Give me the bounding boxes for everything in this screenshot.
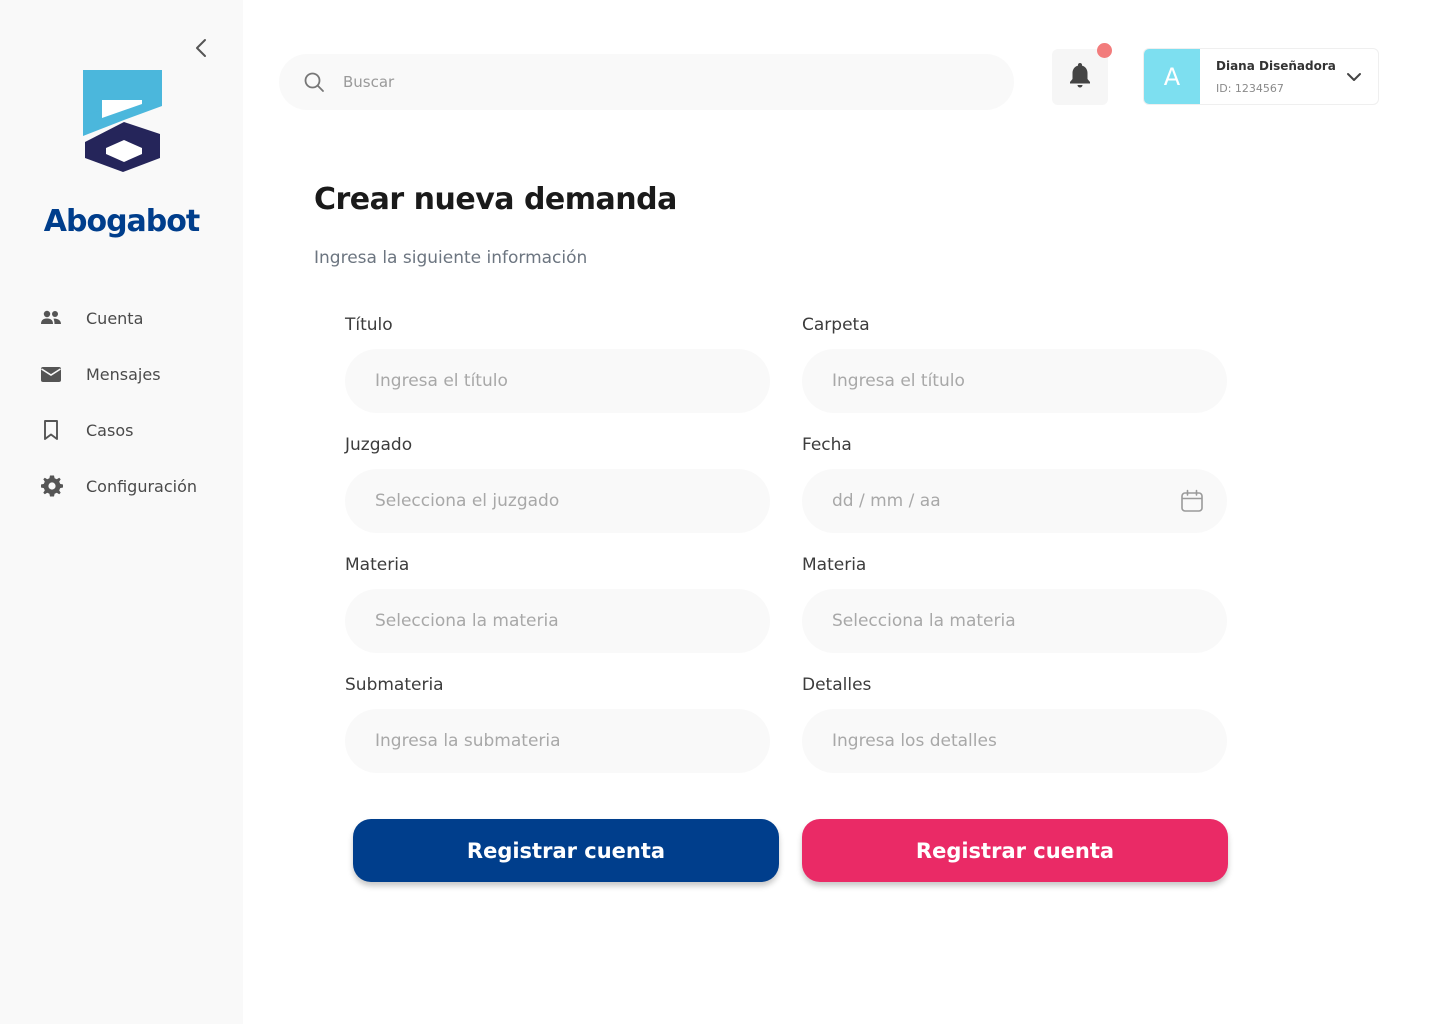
materia-select-2[interactable] [832, 611, 1205, 631]
sidebar-item-configuracion[interactable]: Configuración [40, 470, 197, 502]
field-submateria: Submateria [345, 675, 770, 773]
sidebar-item-label: Configuración [86, 476, 198, 496]
titulo-input[interactable] [375, 371, 748, 391]
sidebar-nav: Cuenta Mensajes Casos Configuración [40, 302, 197, 526]
field-materia-1: Materia [345, 555, 770, 653]
field-juzgado: Juzgado [345, 435, 770, 533]
field-input-wrapper [345, 469, 770, 533]
field-fecha: Fecha [802, 435, 1227, 533]
materia-select[interactable] [375, 611, 748, 631]
logo-icon [80, 68, 166, 176]
detalles-input[interactable] [832, 731, 1205, 751]
field-label: Juzgado [345, 435, 413, 455]
submateria-input[interactable] [375, 731, 748, 751]
fecha-input[interactable] [832, 491, 1179, 511]
sidebar-item-label: Mensajes [86, 364, 161, 384]
search-bar[interactable] [279, 54, 1014, 110]
brand-name: Abogabot [43, 204, 200, 239]
register-account-button-secondary[interactable]: Registrar cuenta [802, 819, 1228, 882]
user-info: Diana Diseñadora ID: 1234567 [1216, 59, 1342, 95]
sidebar-item-label: Casos [86, 420, 134, 440]
people-icon [40, 306, 70, 330]
field-input-wrapper [345, 349, 770, 413]
field-input-wrapper [802, 709, 1227, 773]
bell-icon [1067, 61, 1093, 93]
notification-badge [1097, 43, 1112, 58]
notifications-button[interactable] [1052, 49, 1108, 105]
chevron-down-icon[interactable] [1342, 65, 1366, 89]
envelope-icon [40, 362, 70, 386]
field-label: Materia [802, 555, 867, 575]
juzgado-select[interactable] [375, 491, 748, 511]
user-name: Diana Diseñadora [1216, 58, 1336, 73]
search-input[interactable] [343, 73, 943, 91]
field-label: Submateria [345, 675, 444, 695]
field-carpeta: Carpeta [802, 315, 1227, 413]
search-icon [303, 71, 325, 93]
field-input-wrapper [802, 589, 1227, 653]
user-profile-menu[interactable]: A Diana Diseñadora ID: 1234567 [1143, 48, 1379, 105]
sidebar-item-mensajes[interactable]: Mensajes [40, 358, 197, 390]
field-label: Carpeta [802, 315, 870, 335]
gear-icon [40, 474, 70, 498]
field-label: Materia [345, 555, 410, 575]
sidebar-item-casos[interactable]: Casos [40, 414, 197, 446]
page-subtitle: Ingresa la siguiente información [314, 248, 588, 268]
bookmark-icon [40, 418, 70, 442]
field-label: Fecha [802, 435, 852, 455]
field-label: Detalles [802, 675, 872, 695]
field-input-wrapper [345, 709, 770, 773]
field-materia-2: Materia [802, 555, 1227, 653]
carpeta-input[interactable] [832, 371, 1205, 391]
sidebar-item-cuenta[interactable]: Cuenta [40, 302, 197, 334]
field-input-wrapper [802, 469, 1227, 533]
field-detalles: Detalles [802, 675, 1227, 773]
user-id: ID: 1234567 [1216, 81, 1284, 95]
calendar-icon[interactable] [1179, 488, 1205, 514]
page-title: Crear nueva demanda [314, 182, 677, 217]
field-titulo: Título [345, 315, 770, 413]
sidebar-item-label: Cuenta [86, 308, 144, 328]
field-label: Título [345, 315, 393, 335]
avatar: A [1144, 49, 1200, 104]
sidebar: Abogabot Cuenta Mensajes Casos Configura… [0, 0, 243, 1024]
field-input-wrapper [802, 349, 1227, 413]
chevron-left-icon[interactable] [190, 36, 214, 60]
field-input-wrapper [345, 589, 770, 653]
register-account-button-primary[interactable]: Registrar cuenta [353, 819, 779, 882]
